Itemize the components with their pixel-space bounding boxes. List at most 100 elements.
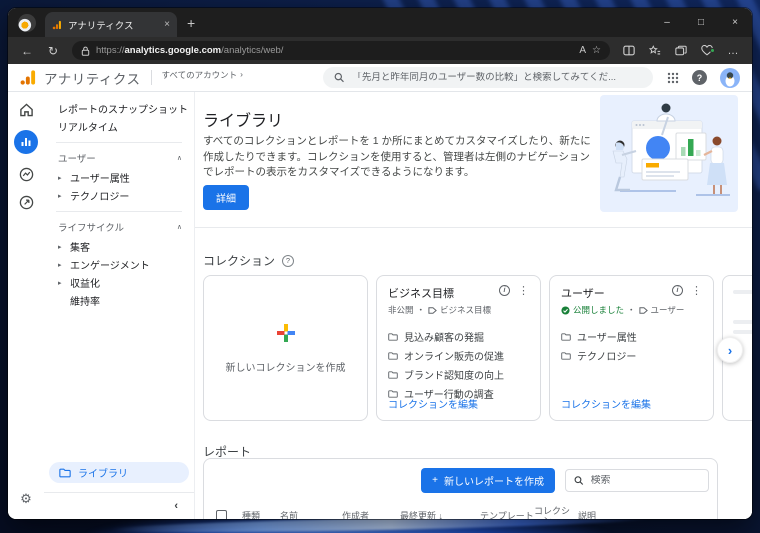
analytics-favicon bbox=[52, 20, 61, 29]
select-all-checkbox[interactable] bbox=[216, 509, 227, 519]
refresh-button[interactable]: ↻ bbox=[42, 44, 64, 58]
nav-bottom: ライブラリ ‹ bbox=[44, 462, 194, 519]
search-icon bbox=[334, 72, 344, 83]
search-icon bbox=[574, 476, 584, 485]
folder-icon bbox=[59, 468, 71, 477]
nav-item-acquisition[interactable]: ▸ 集客 bbox=[44, 238, 194, 255]
column-last-updated[interactable]: 最終更新 ↓ bbox=[400, 511, 480, 519]
collection-card-user[interactable]: ユーザー i ⋮ 公開しました ・ ユーザー ユーザー属性 テクノロジー コレク… bbox=[549, 275, 714, 421]
folder-icon bbox=[388, 370, 398, 379]
report-nav: レポートのスナップショット リアルタイム ユーザー ∧ ▸ ユーザー属性 ▸ テ… bbox=[44, 92, 195, 519]
folder-icon bbox=[388, 351, 398, 360]
info-icon[interactable]: i bbox=[672, 285, 683, 296]
help-icon[interactable]: ? bbox=[692, 70, 707, 85]
collapse-nav-button[interactable]: ‹ bbox=[44, 492, 194, 519]
browser-window: アナリティクス × + – □ × ← ↻ https://analytics.… bbox=[8, 8, 752, 519]
create-report-button[interactable]: + 新しいレポートを作成 bbox=[421, 468, 555, 493]
edit-collection-link[interactable]: コレクションを編集 bbox=[388, 396, 478, 411]
expand-arrow-icon: ▸ bbox=[58, 174, 62, 182]
minimize-button[interactable]: – bbox=[650, 8, 684, 37]
apps-grid-icon[interactable] bbox=[667, 72, 679, 84]
close-button[interactable]: × bbox=[718, 8, 752, 37]
nav-section-user[interactable]: ユーザー ∧ bbox=[44, 150, 194, 166]
header-actions: ? bbox=[667, 67, 740, 88]
nav-item-engagement[interactable]: ▸ エンゲージメント bbox=[44, 256, 194, 273]
new-collection-card[interactable]: 新しいコレクションを作成 bbox=[203, 275, 368, 421]
analytics-header: アナリティクス すべてのアカウント › ? bbox=[8, 64, 752, 92]
favorites-star-icon[interactable]: ☆ bbox=[592, 45, 601, 56]
new-collection-label: 新しいコレクションを作成 bbox=[225, 363, 346, 374]
split-screen-icon[interactable] bbox=[618, 45, 640, 56]
reports-search-input[interactable] bbox=[590, 475, 700, 486]
tab-close-icon[interactable]: × bbox=[164, 19, 170, 30]
nav-item-retention[interactable]: 維持率 bbox=[44, 292, 194, 309]
brand-name: アナリティクス bbox=[44, 71, 141, 87]
expand-arrow-icon: ▸ bbox=[58, 243, 62, 251]
column-type: 種類 bbox=[242, 511, 261, 519]
collapse-icon[interactable]: ∧ bbox=[177, 154, 182, 162]
carousel-next-button[interactable]: › bbox=[717, 337, 743, 363]
nav-divider bbox=[56, 211, 182, 212]
back-button[interactable]: ← bbox=[16, 44, 38, 58]
info-icon[interactable]: i bbox=[499, 285, 510, 296]
plus-icon: + bbox=[432, 475, 438, 486]
kebab-menu-icon[interactable]: ⋮ bbox=[518, 284, 529, 297]
workspaces-icon[interactable] bbox=[18, 13, 36, 32]
chevron-left-icon: ‹ bbox=[174, 500, 178, 512]
collection-card-business[interactable]: ビジネス目標 i ⋮ 非公開 ・ ビジネス目標 見込み顧客の発掘 オンライン販売… bbox=[376, 275, 541, 421]
nav-item-monetization[interactable]: ▸ 収益化 bbox=[44, 274, 194, 291]
kebab-menu-icon[interactable]: ⋮ bbox=[691, 284, 702, 297]
nav-item-library[interactable]: ライブラリ bbox=[49, 462, 189, 483]
account-switcher[interactable]: すべてのアカウント › bbox=[162, 69, 243, 81]
search-input[interactable] bbox=[352, 72, 642, 83]
advertising-icon[interactable] bbox=[19, 195, 34, 210]
nav-rail: ⚙ bbox=[8, 92, 44, 519]
browser-toolbar: ← ↻ https://analytics.google.com/analyti… bbox=[8, 37, 752, 64]
lock-icon bbox=[81, 46, 90, 56]
admin-gear-icon[interactable]: ⚙ bbox=[20, 491, 32, 507]
collection-cards: 新しいコレクションを作成 ビジネス目標 i ⋮ 非公開 ・ ビジネス目標 見込み… bbox=[203, 275, 752, 421]
nav-item-realtime[interactable]: リアルタイム bbox=[44, 118, 194, 135]
home-icon[interactable] bbox=[19, 103, 34, 117]
reports-search-box[interactable] bbox=[565, 469, 709, 492]
nav-divider bbox=[56, 142, 182, 143]
browser-essentials-icon[interactable] bbox=[696, 45, 718, 56]
collection-report-item: オンライン販売の促進 bbox=[388, 348, 529, 363]
column-template: テンプレート bbox=[480, 511, 534, 519]
edit-collection-link[interactable]: コレクションを編集 bbox=[561, 396, 651, 411]
window-controls: – □ × bbox=[650, 8, 752, 37]
reports-nav-icon[interactable] bbox=[14, 130, 38, 154]
address-bar[interactable]: https://analytics.google.com/analytics/w… bbox=[72, 41, 610, 60]
nav-section-lifecycle[interactable]: ライフサイクル ∧ bbox=[44, 219, 194, 235]
collections-icon[interactable] bbox=[670, 45, 692, 56]
collection-report-item: 見込み顧客の発掘 bbox=[388, 329, 529, 344]
search-bar[interactable] bbox=[323, 67, 653, 88]
read-aloud-icon[interactable]: A bbox=[579, 45, 586, 56]
nav-item-user-attributes[interactable]: ▸ ユーザー属性 bbox=[44, 169, 194, 186]
section-divider bbox=[195, 227, 752, 228]
explore-icon[interactable] bbox=[19, 167, 34, 182]
status-badge: 公開しました bbox=[561, 304, 624, 316]
favorites-hub-icon[interactable] bbox=[644, 45, 666, 56]
essentials-status-dot bbox=[710, 48, 715, 53]
collapse-icon[interactable]: ∧ bbox=[177, 223, 182, 231]
tab-title: アナリティクス bbox=[68, 20, 134, 32]
avatar[interactable] bbox=[720, 67, 740, 88]
template-tag-icon bbox=[428, 306, 437, 314]
column-creator: 作成者 bbox=[342, 511, 370, 519]
more-menu-icon[interactable]: … bbox=[722, 45, 744, 57]
browser-tab[interactable]: アナリティクス × bbox=[45, 12, 177, 37]
maximize-button[interactable]: □ bbox=[684, 8, 718, 37]
details-button[interactable]: 詳細 bbox=[203, 185, 249, 210]
expand-arrow-icon: ▸ bbox=[58, 261, 62, 269]
nav-item-snapshot[interactable]: レポートのスナップショット bbox=[44, 100, 194, 117]
sort-desc-icon: ↓ bbox=[438, 511, 444, 519]
collections-help-icon[interactable]: ? bbox=[282, 254, 295, 267]
page-title: ライブラリ bbox=[203, 113, 284, 130]
nav-item-technology[interactable]: ▸ テクノロジー bbox=[44, 187, 194, 204]
status-badge: 非公開 bbox=[388, 305, 414, 315]
new-tab-button[interactable]: + bbox=[187, 15, 195, 31]
reports-table-card: + 新しいレポートを作成 種類 bbox=[203, 458, 718, 519]
folder-icon bbox=[561, 351, 571, 360]
collections-heading: コレクション ? bbox=[203, 252, 295, 269]
